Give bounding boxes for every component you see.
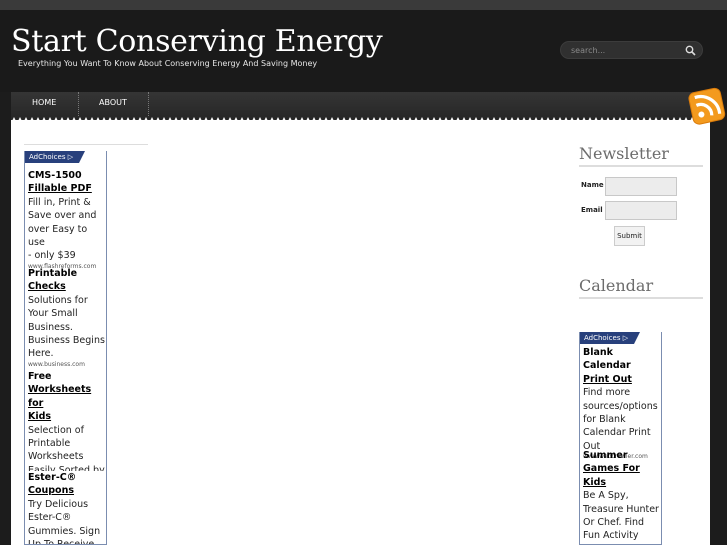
search-input[interactable]: [571, 44, 681, 56]
submit-button[interactable]: Submit: [614, 226, 645, 246]
nav-home[interactable]: HOME: [32, 92, 56, 116]
email-field[interactable]: [605, 201, 677, 220]
search-icon[interactable]: [685, 45, 696, 56]
adchoices-badge[interactable]: AdChoices ▷: [25, 151, 85, 163]
divider: [579, 165, 703, 167]
adchoices-label: AdChoices: [584, 334, 621, 342]
rss-feed-icon[interactable]: [688, 85, 727, 129]
ad-unit[interactable]: Printable Checks Solutions for Your Small B…: [28, 267, 105, 369]
ad-text: Find more sources/options for Blank Calenda…: [583, 387, 658, 452]
ad-unit[interactable]: Blank Calendar Print Out Find more sources…: [583, 346, 661, 461]
ad-text: Solutions for Your Small Business. Business…: [28, 294, 105, 360]
nav-about[interactable]: ABOUT: [99, 92, 127, 116]
adchoices-badge[interactable]: AdChoices ▷: [580, 332, 640, 344]
ad-text: Try Delicious Ester-C® Gummies. Sign Up To …: [28, 498, 101, 545]
divider: [579, 297, 703, 299]
calendar-ad-block: AdChoices ▷ Blank Calendar Print Out Find…: [579, 332, 662, 545]
zigzag-edge: [11, 117, 710, 123]
nav-separator: [148, 92, 149, 116]
ad-title[interactable]: Printable Checks: [28, 267, 105, 294]
search-box: [560, 41, 703, 59]
left-ad-block: AdChoices ▷ CMS-1500 Fillable PDF Fill in…: [24, 151, 107, 545]
newsletter-title: Newsletter: [579, 144, 669, 163]
ad-unit[interactable]: Free Worksheets for Kids Selection of Print…: [28, 370, 106, 471]
calendar-title: Calendar: [579, 276, 654, 295]
divider: [24, 144, 148, 145]
ad-unit[interactable]: Summer Games For Kids Be A Spy, Treasure Hu…: [583, 449, 659, 543]
name-field[interactable]: [605, 177, 677, 196]
ad-title[interactable]: Summer Games For Kids: [583, 449, 659, 489]
ad-title[interactable]: Ester-C® Coupons: [28, 471, 100, 498]
ad-text: Selection of Printable Worksheets Easily So…: [28, 424, 105, 471]
site-tagline: Everything You Want To Know About Conser…: [18, 59, 318, 68]
ad-text: Fill in, Print & Save over and over Easy t…: [28, 196, 97, 262]
ad-text: Be A Spy, Treasure Hunter Or Chef. Find Fun…: [583, 490, 659, 542]
ad-unit[interactable]: Ester-C® Coupons Try Delicious Ester-C® Gum…: [28, 471, 101, 545]
ad-title[interactable]: Free Worksheets for Kids: [28, 370, 106, 424]
ad-url[interactable]: www.business.com: [28, 361, 105, 369]
adchoices-label: AdChoices: [29, 153, 66, 161]
site-title[interactable]: Start Conserving Energy: [11, 24, 383, 59]
ad-unit[interactable]: CMS-1500 Fillable PDF Fill in, Print & Sav…: [28, 169, 106, 271]
site-header: Start Conserving Energy Everything You W…: [0, 10, 727, 92]
top-bar: [0, 0, 727, 10]
zigzag-path: [11, 117, 710, 123]
name-label: Name: [581, 181, 604, 189]
ad-title[interactable]: CMS-1500 Fillable PDF: [28, 169, 106, 196]
email-label: Email: [581, 206, 603, 214]
nav-separator: [78, 92, 79, 116]
ad-title[interactable]: Blank Calendar Print Out: [583, 346, 661, 386]
